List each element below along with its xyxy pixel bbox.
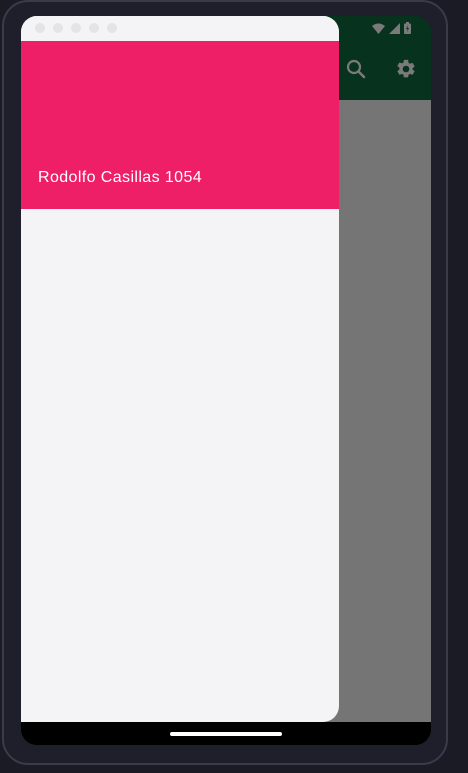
navigation-drawer: Rodolfo Casillas 1054: [21, 16, 339, 722]
drawer-header-title: Rodolfo Casillas 1054: [38, 169, 203, 186]
navigation-gesture-area: [21, 722, 431, 745]
status-notification-icons: [35, 23, 117, 33]
phone-screen: Rodolfo Casillas 1054: [21, 16, 431, 745]
drawer-header: Rodolfo Casillas 1054: [21, 41, 339, 209]
drawer-status-area: [21, 16, 339, 41]
home-gesture-handle[interactable]: [170, 732, 282, 736]
